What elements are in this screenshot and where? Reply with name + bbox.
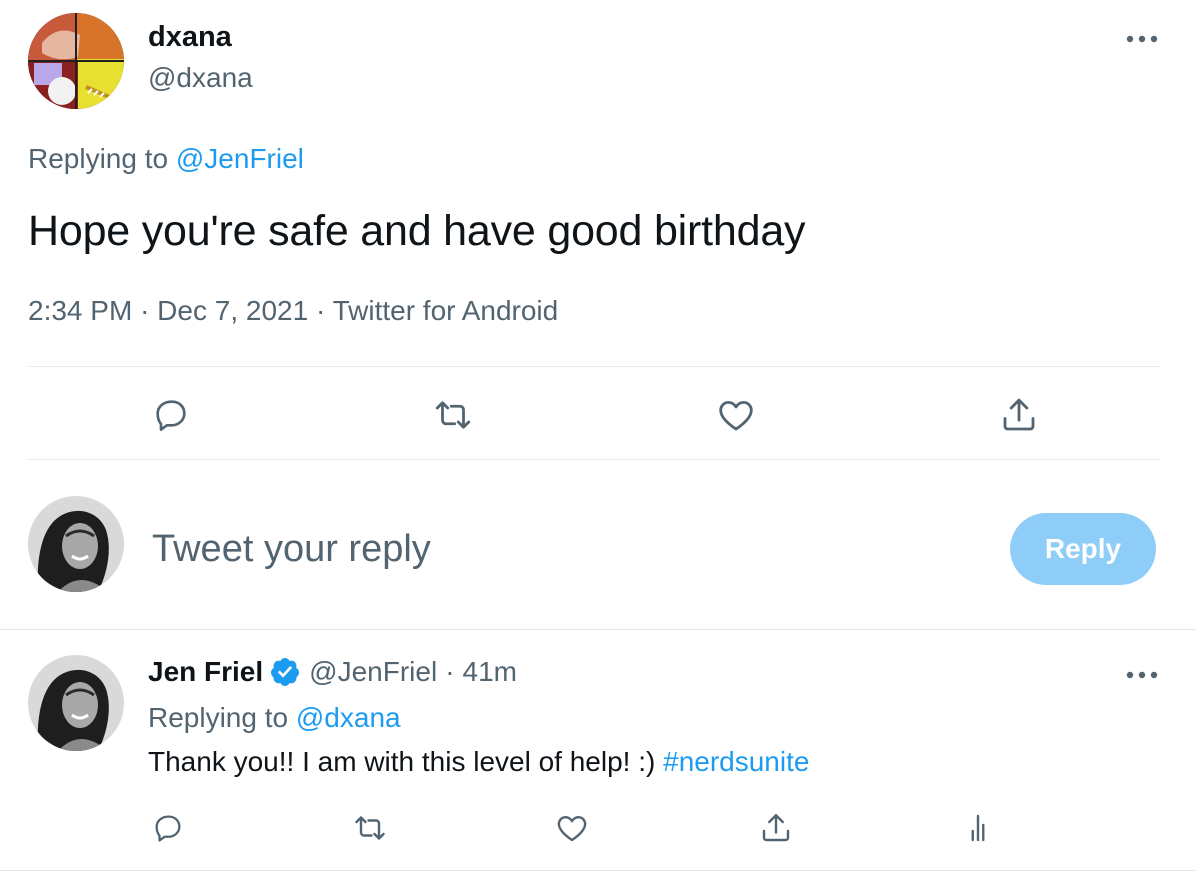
- more-options-icon[interactable]: [1124, 660, 1160, 690]
- meta-separator: ·: [140, 295, 150, 326]
- replying-label: Replying to: [28, 143, 169, 174]
- like-icon[interactable]: [711, 390, 761, 440]
- replying-to-link[interactable]: @dxana: [296, 702, 401, 733]
- divider: [0, 629, 1196, 630]
- tweet-time[interactable]: 2:34 PM: [28, 295, 132, 326]
- like-icon[interactable]: [552, 808, 592, 848]
- reply-header: Jen Friel @JenFriel · 41m: [148, 656, 517, 688]
- replying-to-link[interactable]: @JenFriel: [176, 143, 304, 174]
- tweet-source[interactable]: Twitter for Android: [333, 295, 559, 326]
- verified-badge-icon: [269, 656, 301, 688]
- divider: [28, 366, 1160, 367]
- tweet-date[interactable]: Dec 7, 2021: [157, 295, 308, 326]
- meta-separator: ·: [445, 656, 455, 687]
- reply-age[interactable]: 41m: [463, 656, 517, 688]
- reply-text: Thank you!! I am with this level of help…: [148, 746, 809, 778]
- retweet-icon[interactable]: [350, 808, 390, 848]
- divider: [28, 459, 1160, 460]
- reply-icon[interactable]: [146, 390, 196, 440]
- author-name[interactable]: dxana: [148, 21, 232, 54]
- tweet-meta: 2:34 PM · Dec 7, 2021 · Twitter for Andr…: [28, 295, 558, 327]
- hashtag-link[interactable]: #nerdsunite: [663, 746, 809, 777]
- tweet-reply-input[interactable]: Tweet your reply: [152, 528, 431, 571]
- reply-author-name[interactable]: Jen Friel: [148, 656, 263, 688]
- reply-replying-to-line: Replying to @dxana: [148, 702, 401, 734]
- dxana-avatar[interactable]: [28, 13, 124, 109]
- reply-text-body: Thank you!! I am with this level of help…: [148, 746, 656, 777]
- analytics-icon[interactable]: [958, 808, 998, 848]
- replying-label: Replying to: [148, 702, 289, 733]
- more-options-icon[interactable]: [1124, 24, 1160, 54]
- reply-author-handle[interactable]: @JenFriel: [309, 656, 437, 688]
- reply-icon[interactable]: [148, 808, 188, 848]
- share-icon[interactable]: [756, 808, 796, 848]
- jen-friel-avatar[interactable]: [28, 655, 124, 751]
- retweet-icon[interactable]: [428, 390, 478, 440]
- author-handle[interactable]: @dxana: [148, 62, 253, 94]
- divider: [0, 870, 1196, 871]
- meta-separator: ·: [315, 295, 326, 326]
- current-user-avatar[interactable]: [28, 496, 124, 592]
- share-icon[interactable]: [994, 390, 1044, 440]
- tweet-text: Hope you're safe and have good birthday: [28, 207, 806, 255]
- reply-button[interactable]: Reply: [1010, 513, 1156, 585]
- replying-to-line: Replying to @JenFriel: [28, 143, 304, 175]
